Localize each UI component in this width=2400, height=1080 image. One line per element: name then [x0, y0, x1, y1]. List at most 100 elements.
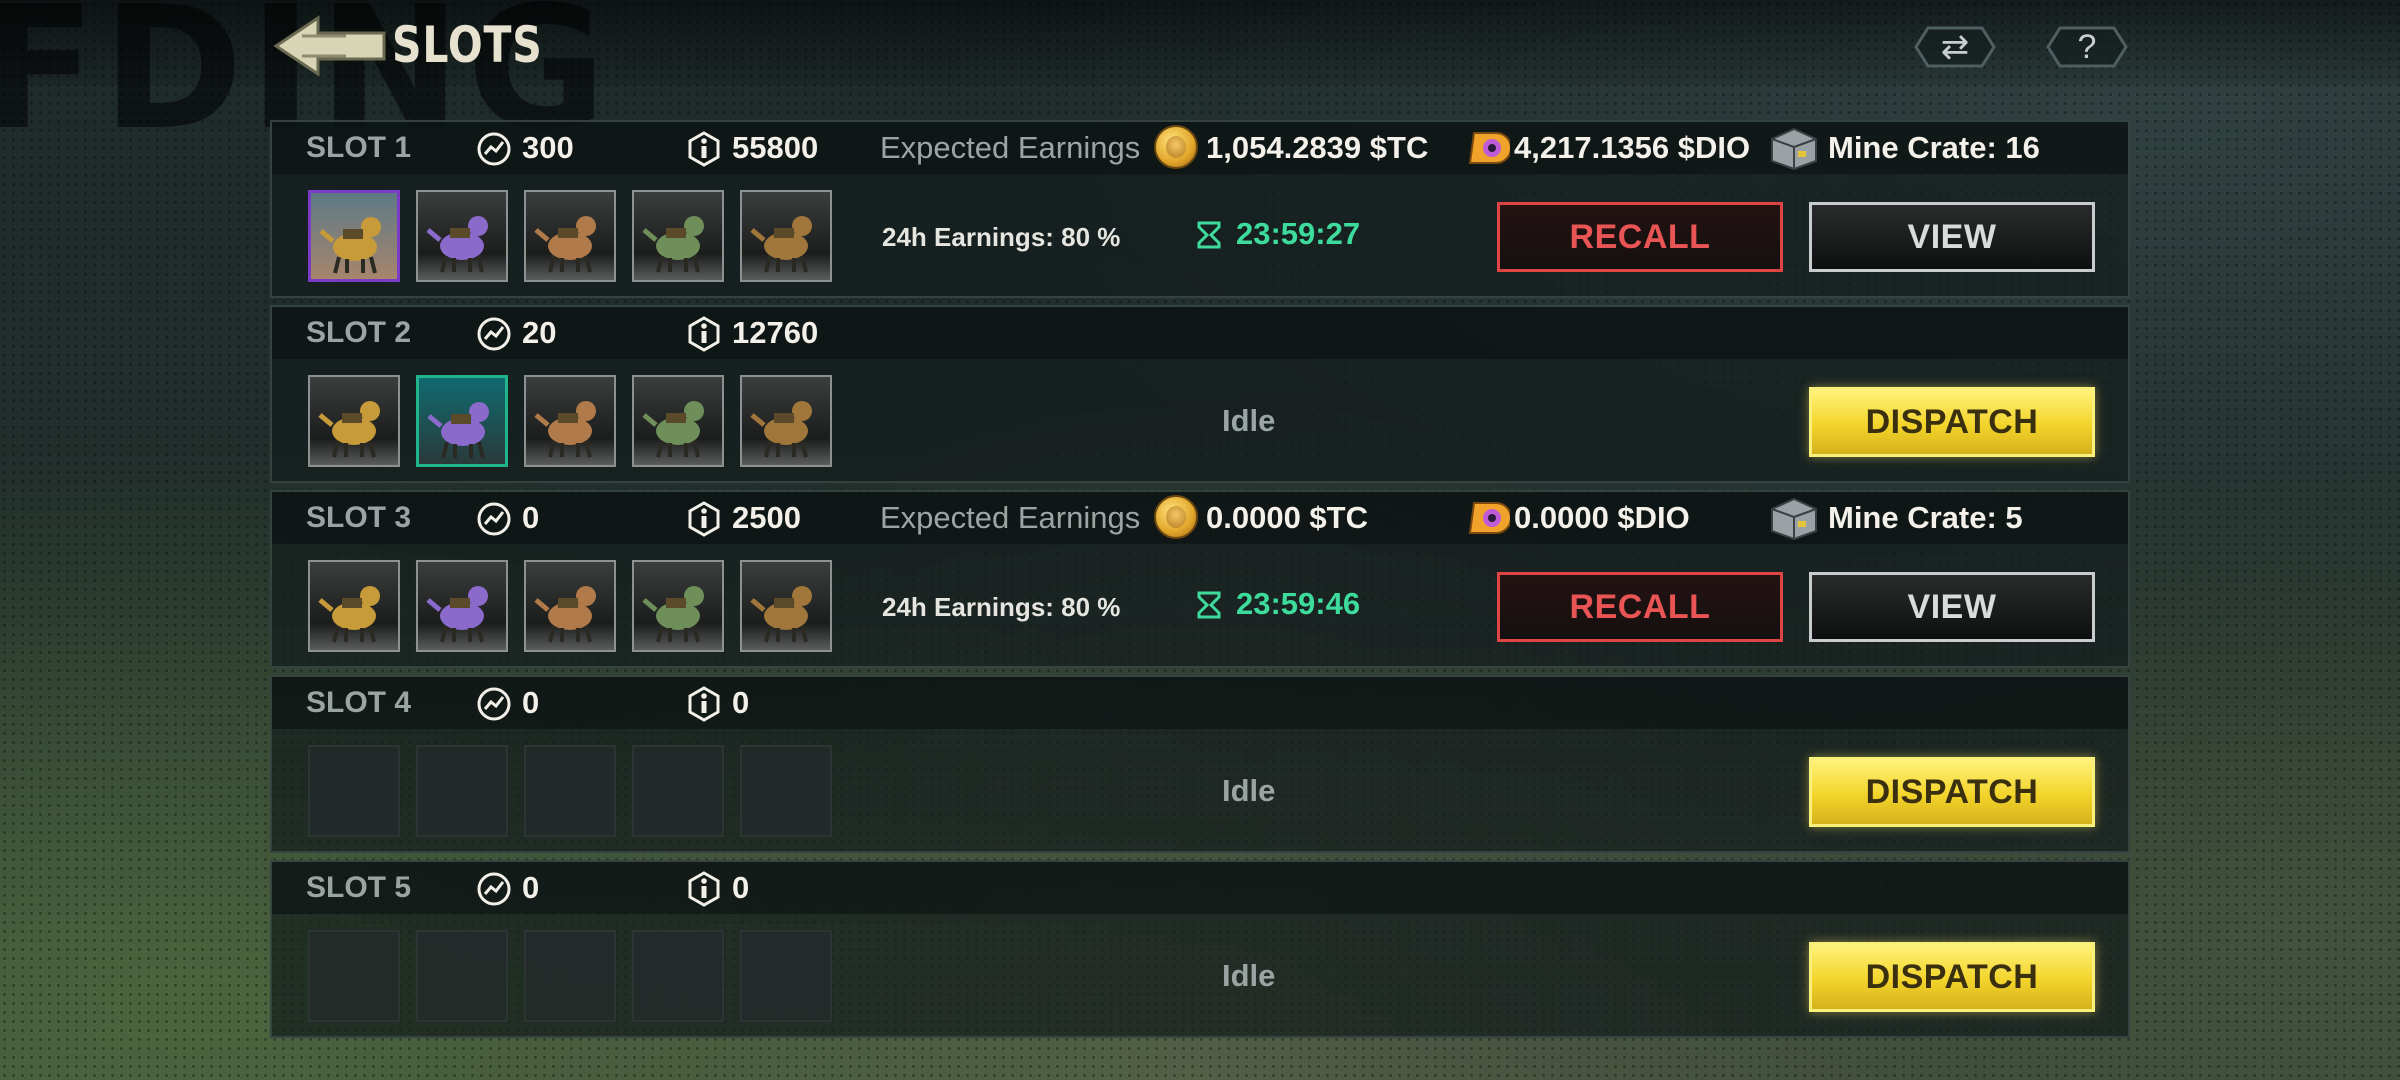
unit-thumbnail[interactable] — [632, 190, 724, 282]
slot-row-4: SLOT 4 0 0 Idle DISPATCH — [270, 675, 2130, 853]
empty-unit-slot[interactable] — [740, 745, 832, 837]
slot-name: SLOT 4 — [306, 686, 412, 719]
empty-unit-slot[interactable] — [416, 930, 508, 1022]
slot-value-number: 2500 — [732, 500, 801, 535]
power-icon — [477, 687, 511, 721]
creature-figure — [750, 401, 812, 458]
recall-button[interactable]: RECALL — [1497, 202, 1783, 272]
empty-unit-slot[interactable] — [740, 930, 832, 1022]
tc-earnings: 1,054.2839 $TC — [1206, 130, 1429, 165]
creature-figure — [642, 216, 704, 273]
view-button[interactable]: VIEW — [1809, 572, 2095, 642]
expected-earnings-label: Expected Earnings — [880, 500, 1141, 535]
slot-name: SLOT 1 — [306, 131, 412, 164]
tc-coin-icon — [1154, 495, 1198, 539]
creature-figure — [426, 586, 488, 643]
creature-figure — [750, 216, 812, 273]
dio-token-icon — [1468, 502, 1510, 534]
slot-power-value: 300 — [522, 130, 574, 165]
timer-value: 23:59:46 — [1236, 586, 1361, 621]
slot-name: SLOT 2 — [306, 316, 412, 349]
unit-thumbnail[interactable] — [632, 375, 724, 467]
slot-value-number: 55800 — [732, 130, 819, 165]
unit-thumbnail[interactable] — [308, 375, 400, 467]
mine-crate-count: Mine Crate: 5 — [1828, 500, 2023, 535]
slot-power-value: 0 — [522, 500, 540, 535]
unit-thumbnail[interactable] — [632, 560, 724, 652]
slot-name: SLOT 3 — [306, 501, 412, 534]
unit-thumbnail[interactable] — [740, 375, 832, 467]
creature-figure — [642, 586, 704, 643]
slot-header: SLOT 3 0 2500 Expected Earnings 0.0000 $… — [272, 492, 2128, 544]
creature-figure — [318, 586, 380, 643]
unit-thumbnail[interactable] — [308, 560, 400, 652]
slots-panel: SLOT 1 300 55800 Expected Earnings 1,054… — [270, 120, 2130, 1038]
unit-thumbnail[interactable] — [416, 375, 508, 467]
dio-earnings: 4,217.1356 $DIO — [1514, 130, 1751, 165]
empty-unit-slot[interactable] — [524, 745, 616, 837]
dispatch-button[interactable]: DISPATCH — [1809, 757, 2095, 827]
tc-earnings: 0.0000 $TC — [1206, 500, 1368, 535]
empty-unit-slot[interactable] — [632, 745, 724, 837]
empty-unit-slot[interactable] — [524, 930, 616, 1022]
hourglass-icon — [1197, 591, 1221, 619]
slot-value-number: 0 — [732, 685, 750, 720]
dio-token-icon — [1468, 132, 1510, 164]
slot-value-number: 12760 — [732, 315, 819, 350]
earnings-24h: 24h Earnings: 80 % — [882, 222, 1121, 252]
unit-thumbnail[interactable] — [416, 560, 508, 652]
info-icon — [688, 871, 720, 907]
unit-thumbnail[interactable] — [524, 375, 616, 467]
empty-unit-slot[interactable] — [416, 745, 508, 837]
creature-figure — [534, 401, 596, 458]
help-button[interactable]: ? — [2046, 26, 2128, 68]
slot-row-5: SLOT 5 0 0 Idle DISPATCH — [270, 860, 2130, 1038]
swap-button[interactable]: ⇄ — [1914, 26, 1996, 68]
slot-header: SLOT 1 300 55800 Expected Earnings 1,054… — [272, 122, 2128, 174]
unit-thumbnail[interactable] — [524, 560, 616, 652]
creature-figure — [427, 402, 489, 459]
power-icon — [477, 317, 511, 351]
dispatch-button[interactable]: DISPATCH — [1809, 942, 2095, 1012]
swap-icon: ⇄ — [1940, 28, 1970, 66]
unit-thumbnail[interactable] — [308, 190, 400, 282]
help-icon: ? — [2077, 28, 2097, 66]
power-icon — [477, 872, 511, 906]
empty-unit-slot[interactable] — [308, 930, 400, 1022]
slot-header: SLOT 5 0 0 — [272, 862, 2128, 914]
creature-figure — [534, 586, 596, 643]
unit-thumbnail[interactable] — [416, 190, 508, 282]
creature-figure — [319, 217, 381, 274]
slot-header: SLOT 4 0 0 — [272, 677, 2128, 729]
mine-crate-count: Mine Crate: 16 — [1828, 130, 2040, 165]
slot-power-value: 20 — [522, 315, 557, 350]
info-icon — [688, 501, 720, 537]
empty-unit-slot[interactable] — [308, 745, 400, 837]
power-icon — [477, 132, 511, 166]
dispatch-button[interactable]: DISPATCH — [1809, 387, 2095, 457]
unit-thumbnail[interactable] — [740, 190, 832, 282]
info-icon — [688, 316, 720, 352]
creature-figure — [426, 216, 488, 273]
back-arrow-icon — [273, 15, 386, 77]
creature-figure — [750, 586, 812, 643]
unit-thumbnail[interactable] — [740, 560, 832, 652]
slot-power-value: 0 — [522, 870, 540, 905]
earnings-24h: 24h Earnings: 80 % — [882, 592, 1121, 622]
idle-status: Idle — [1222, 958, 1276, 993]
idle-status: Idle — [1222, 403, 1276, 438]
slot-row-3: SLOT 3 0 2500 Expected Earnings 0.0000 $… — [270, 490, 2130, 668]
slot-row-1: SLOT 1 300 55800 Expected Earnings 1,054… — [270, 120, 2130, 298]
mine-crate-icon — [1771, 497, 1817, 541]
hourglass-icon — [1197, 221, 1221, 249]
recall-button[interactable]: RECALL — [1497, 572, 1783, 642]
unit-thumbnail[interactable] — [524, 190, 616, 282]
creature-figure — [534, 216, 596, 273]
view-button[interactable]: VIEW — [1809, 202, 2095, 272]
timer-value: 23:59:27 — [1236, 216, 1361, 251]
info-icon — [688, 686, 720, 722]
mine-crate-icon — [1771, 127, 1817, 171]
empty-unit-slot[interactable] — [632, 930, 724, 1022]
creature-figure — [642, 401, 704, 458]
back-button[interactable] — [272, 14, 390, 78]
